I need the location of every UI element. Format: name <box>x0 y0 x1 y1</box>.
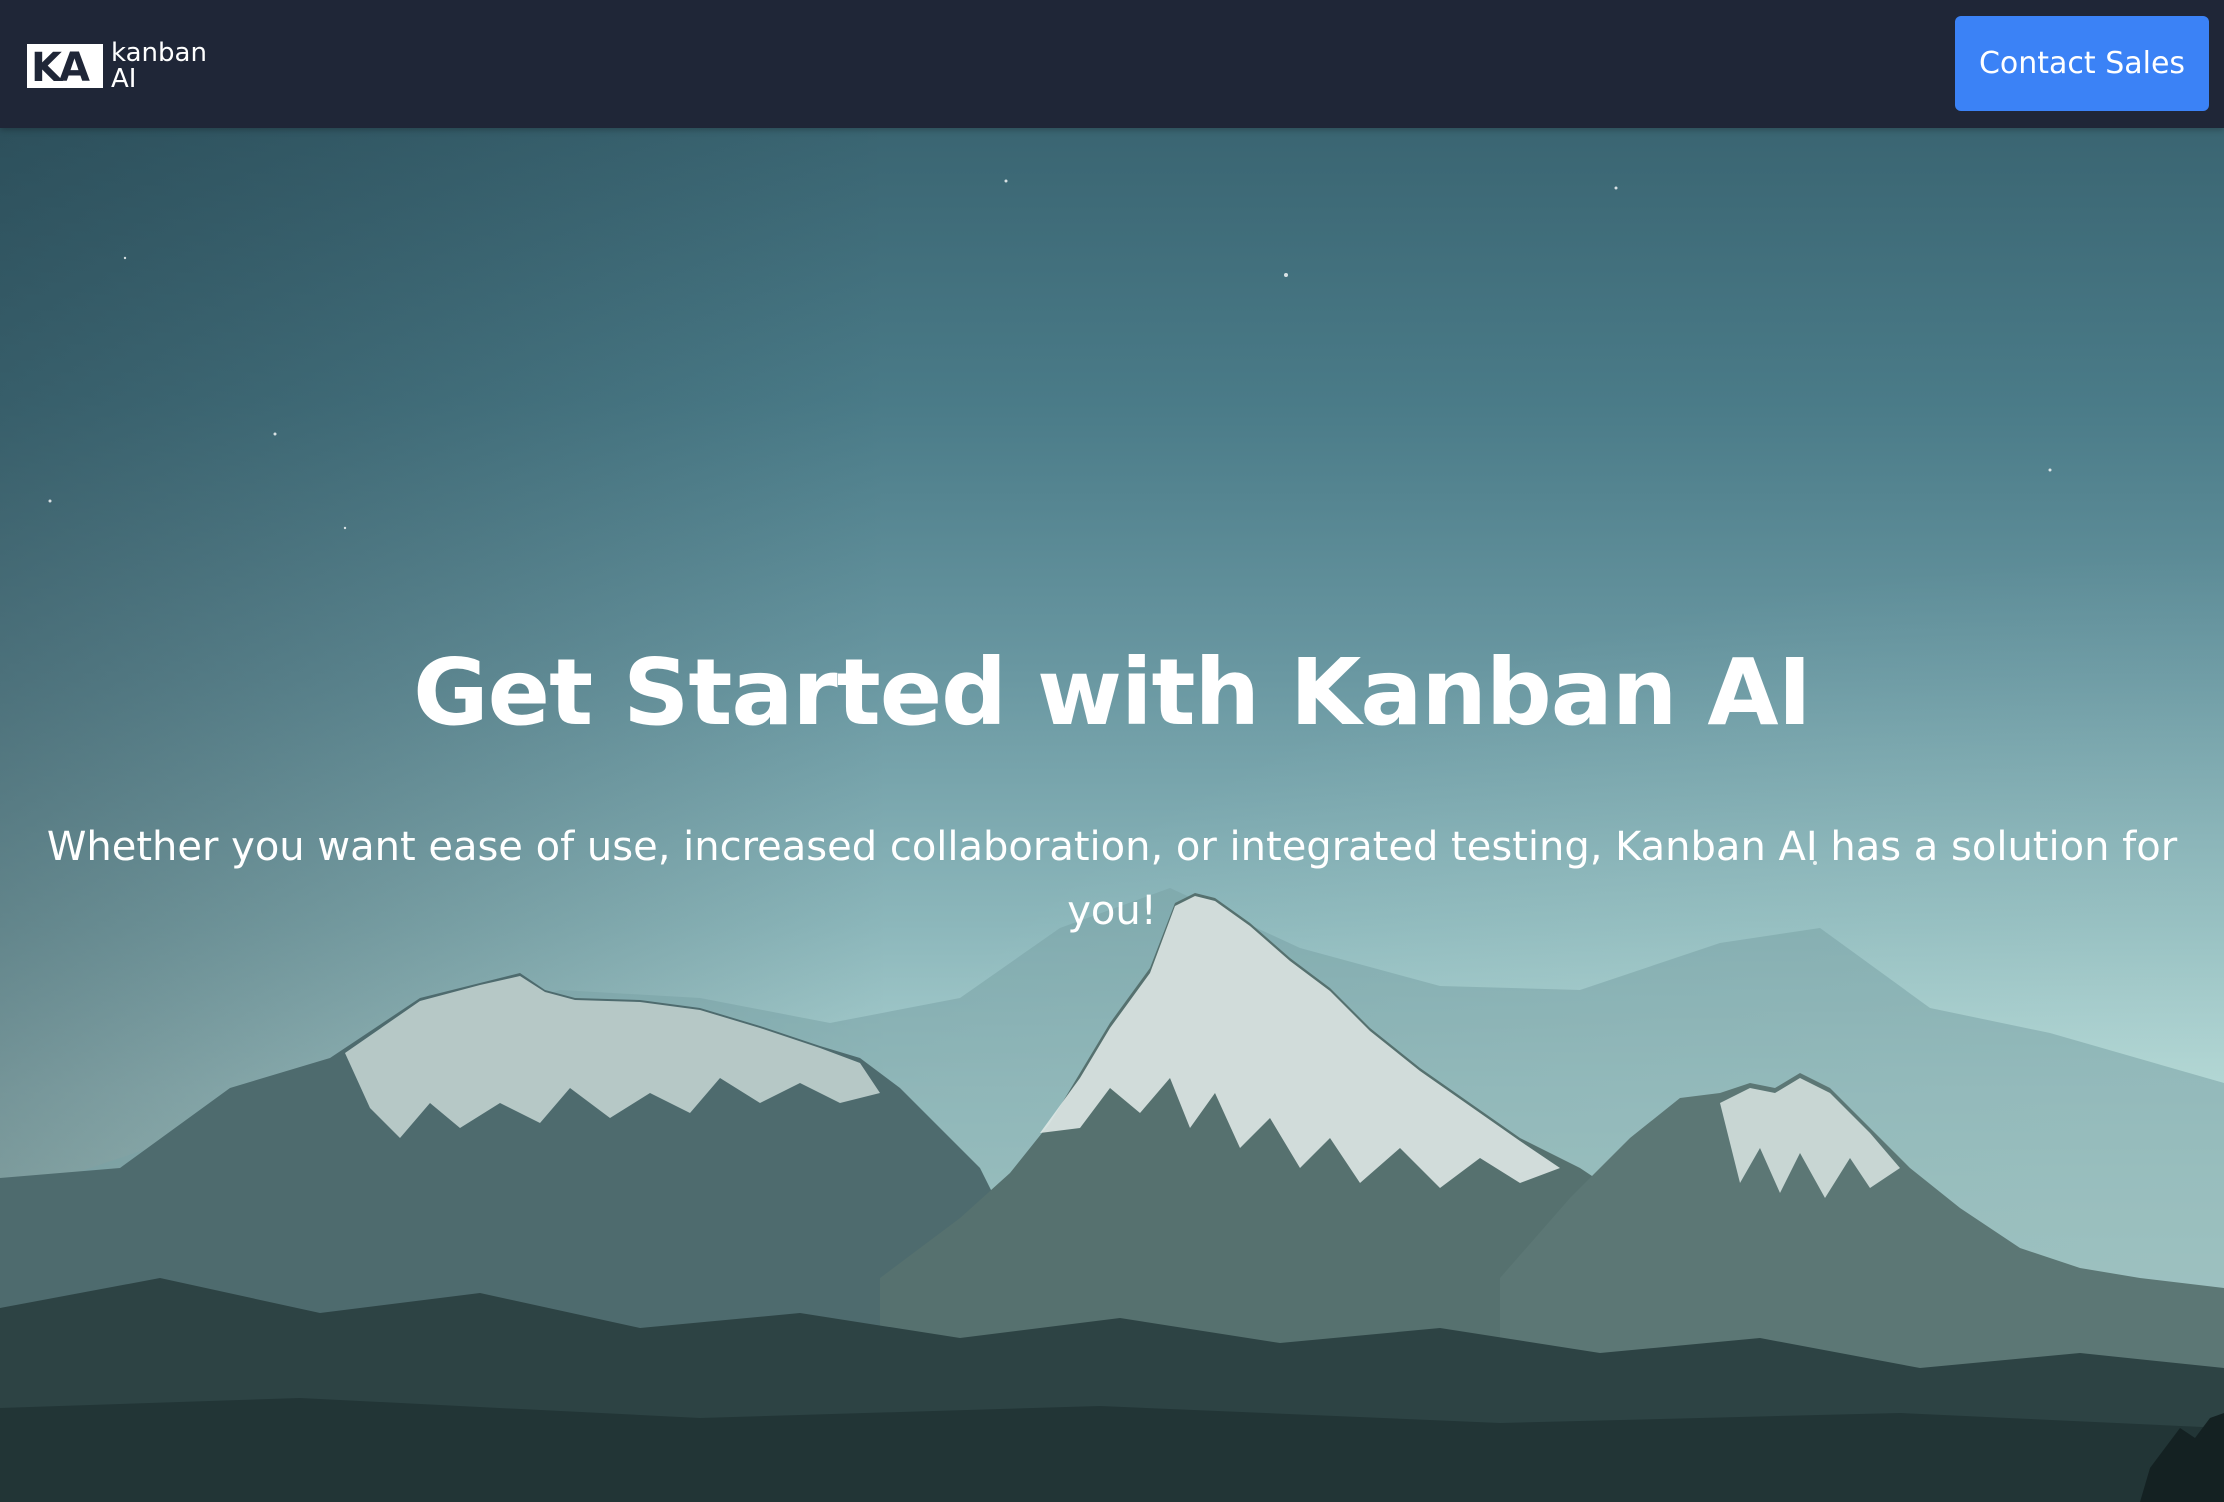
top-navigation-bar: KA kanban AI Contact Sales <box>0 0 2224 128</box>
hero-title: Get Started with Kanban AI <box>413 639 1812 746</box>
hero-content: Get Started with Kanban AI Whether you w… <box>0 633 2224 943</box>
landing-page: KA kanban AI Contact Sales Get Started w… <box>0 0 2224 1502</box>
logo-wordmark: kanban AI <box>111 40 207 92</box>
kanban-ai-logo[interactable]: KA kanban AI <box>27 40 207 92</box>
hero-subtitle: Whether you want ease of use, increased … <box>46 824 2178 934</box>
logo-word-kanban: kanban <box>111 38 207 68</box>
contact-sales-button[interactable]: Contact Sales <box>1955 16 2209 111</box>
logo-word-ai: AI <box>111 64 137 94</box>
foreground-ground <box>0 1398 2224 1502</box>
hero-section: Get Started with Kanban AI Whether you w… <box>0 128 2224 1502</box>
logo-mark: KA <box>27 44 103 88</box>
